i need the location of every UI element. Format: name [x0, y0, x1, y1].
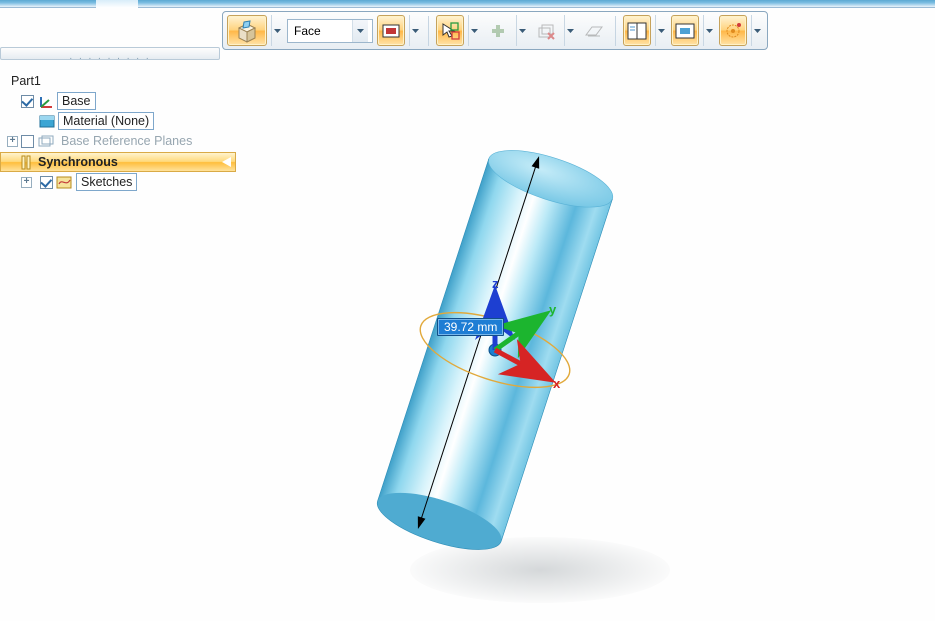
tree-root-label: Part1 — [7, 73, 45, 89]
checkbox-icon[interactable] — [40, 176, 53, 189]
add-relation-dropdown[interactable] — [516, 15, 528, 46]
persist-button[interactable] — [671, 15, 699, 46]
model-shadow — [410, 537, 670, 603]
ribbon-accent-tab — [96, 0, 138, 8]
add-relation-button[interactable] — [484, 15, 512, 46]
model-viewport[interactable]: z y x 39.72 mm — [240, 60, 935, 616]
expander-collapsed-icon[interactable]: + — [7, 136, 18, 147]
dimension-value-box[interactable]: 39.72 mm — [437, 318, 504, 336]
cube-icon — [233, 19, 261, 43]
drag-dots-icon: . . . . . . . . . — [69, 51, 150, 62]
persist-dropdown[interactable] — [703, 15, 715, 46]
quick-toolbar: Face — [222, 11, 768, 50]
ref-planes-icon — [37, 133, 54, 149]
pathfinder-tree: Part1 Base Material (None) + Base R — [0, 63, 240, 192]
panes-icon — [627, 22, 647, 40]
ribbon-accent — [0, 0, 935, 8]
toolbar-separator — [428, 16, 429, 46]
tree-item-base[interactable]: Base — [0, 91, 240, 111]
tree-material-label: Material (None) — [58, 112, 154, 130]
material-icon — [38, 113, 55, 129]
panes-dropdown[interactable] — [655, 15, 667, 46]
tree-sketches-label: Sketches — [76, 173, 137, 191]
selection-filter-combo[interactable]: Face — [287, 19, 373, 43]
face-rect-icon — [382, 24, 400, 38]
pathfinder-drag-handle[interactable]: . . . . . . . . . — [0, 47, 220, 60]
live-rules-button[interactable] — [719, 15, 747, 46]
tree-item-material[interactable]: Material (None) — [0, 111, 240, 131]
triad-label-x: x — [553, 376, 561, 391]
selection-manager-button[interactable] — [436, 15, 464, 46]
toolbar-separator — [615, 16, 616, 46]
selection-filter-value: Face — [294, 24, 321, 38]
select-mode-dropdown[interactable] — [271, 15, 283, 46]
plane-wire-button[interactable] — [580, 15, 608, 46]
relate-dropdown[interactable] — [564, 15, 576, 46]
tree-ref-planes-label: Base Reference Planes — [57, 133, 196, 149]
triad-label-y: y — [549, 302, 557, 317]
base-coordinate-icon — [37, 93, 54, 109]
plane-wire-icon — [584, 23, 604, 39]
tree-synchronous-label: Synchronous — [34, 154, 122, 170]
sketches-icon — [56, 174, 73, 190]
face-priority-dropdown[interactable] — [409, 15, 421, 46]
synchronous-icon — [17, 154, 34, 170]
tree-item-synchronous[interactable]: Synchronous — [0, 152, 236, 172]
tree-root[interactable]: Part1 — [0, 71, 240, 91]
tree-item-ref-planes[interactable]: + Base Reference Planes — [0, 131, 240, 151]
select-mode-button[interactable] — [227, 15, 267, 46]
checkbox-icon[interactable] — [21, 95, 34, 108]
persist-icon — [675, 23, 695, 39]
tree-item-sketches[interactable]: + Sketches — [0, 172, 240, 192]
add-icon — [490, 23, 506, 39]
dimension-value: 39.72 mm — [444, 320, 497, 334]
checkbox-icon[interactable] — [21, 135, 34, 148]
live-rules-dropdown[interactable] — [751, 15, 763, 46]
face-priority-button[interactable] — [377, 15, 405, 46]
selection-manager-icon — [440, 21, 460, 41]
relate-button[interactable] — [532, 15, 560, 46]
panes-button[interactable] — [623, 15, 651, 46]
selection-manager-dropdown[interactable] — [468, 15, 480, 46]
live-rules-icon — [723, 22, 743, 40]
triad-label-z: z — [492, 276, 499, 291]
tree-base-label: Base — [57, 92, 96, 110]
collapse-arrow-icon — [222, 157, 231, 167]
expander-collapsed-icon[interactable]: + — [21, 177, 32, 188]
combo-caret-icon — [352, 20, 368, 42]
relate-fail-icon — [537, 22, 555, 40]
